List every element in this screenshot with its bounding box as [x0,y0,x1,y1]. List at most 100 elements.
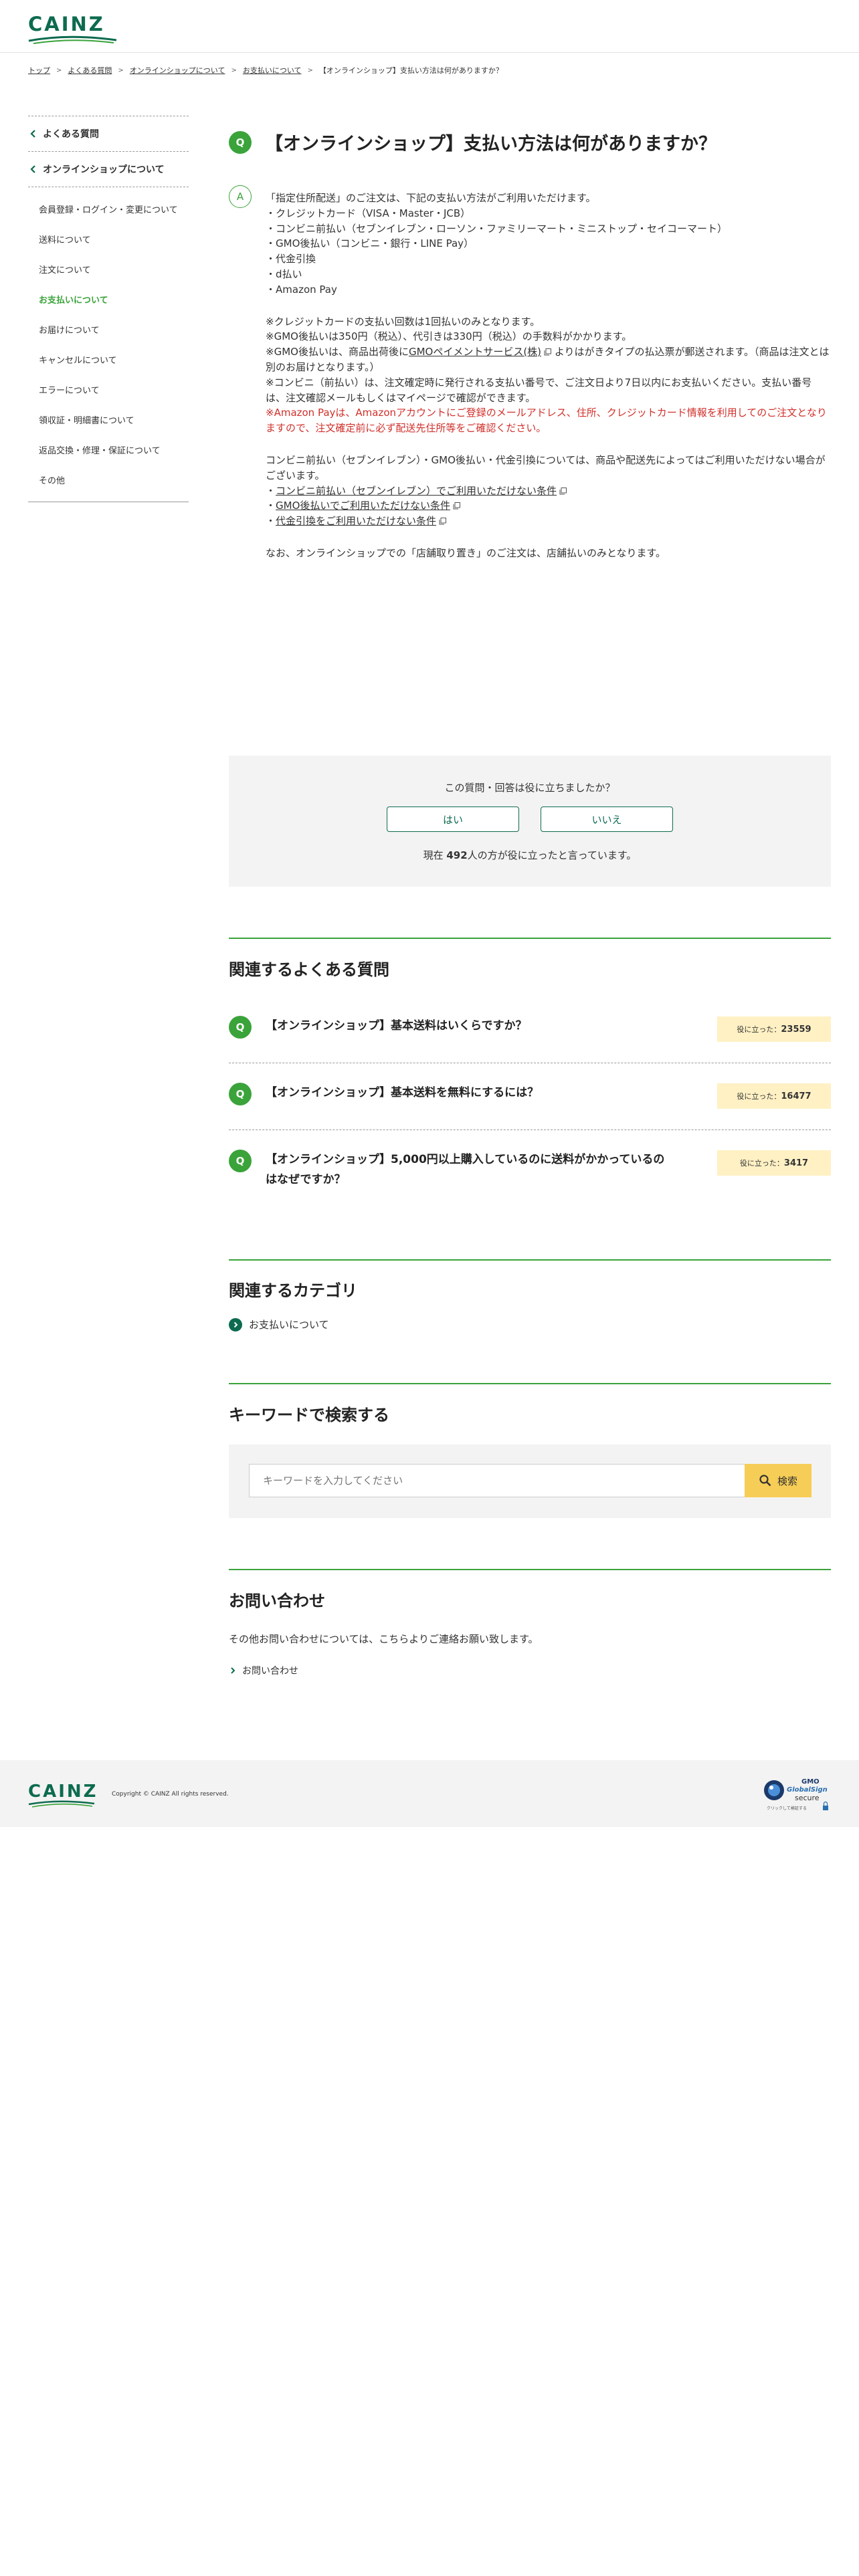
helpful-count: 16477 [781,1091,812,1101]
site-footer: CAINZ Copyright © CAINZ All rights reser… [0,1760,859,1827]
feedback-count-value: 492 [446,849,468,861]
sidebar-item-payment[interactable]: お支払いについて [28,286,189,316]
question-header: Q 【オンラインショップ】支払い方法は何がありますか？ [229,117,717,167]
keyword-search-title: キーワードで検索する [229,1406,389,1424]
related-faq-item[interactable]: Q 【オンラインショップ】基本送料を無料にするには？ 役に立った： 16477 [229,1063,831,1130]
search-icon [759,1475,771,1487]
sidebar-item-order[interactable]: 注文について [28,255,189,286]
breadcrumb-separator-icon: > [118,66,124,74]
sidebar-item-delivery[interactable]: お届けについて [28,316,189,346]
breadcrumb-separator-icon: > [231,66,237,74]
payment-method-item: ・GMO後払い（コンビニ・銀行・LINE Pay） [266,237,474,250]
external-link-icon [453,502,460,510]
payment-method-item: ・d払い [266,267,302,280]
condition-link-row: ・GMO後払いでご利用いただけない条件 [266,498,831,514]
contact-link-label: お問い合わせ [242,1666,298,1677]
helpful-count: 3417 [783,1158,809,1168]
globalsign-seal[interactable]: GMO GlobalSign secure クリックして検証する [763,1776,831,1814]
yes-button[interactable]: はい [387,807,519,832]
breadcrumb-separator-icon: > [56,66,62,74]
breadcrumb-top[interactable]: トップ [28,65,50,76]
seal-secure: secure [795,1794,820,1802]
seven-eleven-conditions-link[interactable]: コンビニ前払い（セブンイレブン）でご利用いただけない条件 [276,485,557,497]
sidebar-item-return[interactable]: 返品交換・修理・保証について [28,436,189,466]
chevron-right-icon [229,1317,242,1331]
external-link-icon [439,518,447,525]
category-link-payment[interactable]: お支払いについて [229,1317,329,1331]
condition-link-row: ・代金引換をご利用いただけない条件 [266,514,831,529]
answer-body: 「指定住所配送」のご注文は、下記の支払い方法がご利用いただけます。 ・クレジット… [266,191,831,561]
breadcrumb-payment[interactable]: お支払いについて [243,65,302,76]
seal-name: GlobalSign [787,1786,828,1794]
copyright: Copyright © CAINZ All rights reserved. [112,1791,229,1798]
sidebar-faq-label: よくある質問 [43,129,99,140]
no-button[interactable]: いいえ [541,807,673,832]
condition-link-row: ・コンビニ前払い（セブンイレブン）でご利用いただけない条件 [266,484,831,499]
gmo-payment-link[interactable]: GMOペイメントサービス(株) [409,346,541,358]
contact-link[interactable]: お問い合わせ [229,1664,298,1677]
breadcrumb-online-shop[interactable]: オンラインショップについて [130,65,225,76]
store-pickup-note: なお、オンラインショップでの「店舗取り置き」のご注文は、店舗払いのみとなります。 [266,546,666,559]
note-fee: ※GMO後払いは350円（税込）、代引きは330円（税込）の手数料がかかります。 [266,330,632,343]
sidebar-item-member[interactable]: 会員登録・ログイン・変更について [28,195,189,225]
page-title: 【オンラインショップ】支払い方法は何がありますか？ [265,134,717,155]
divider [229,1383,831,1384]
sidebar-item-other[interactable]: その他 [28,466,189,496]
helpful-count: 23559 [781,1024,812,1035]
sidebar-online-shop-label: オンラインショップについて [43,165,165,175]
related-faq-item[interactable]: Q 【オンラインショップ】5,000円以上購入しているのに送料がかかっているのは… [229,1130,831,1203]
sidebar-item-shipping[interactable]: 送料について [28,225,189,255]
note-gmo: ※GMO後払いは、商品出荷後にGMOペイメントサービス(株) よりはがきタイプの… [266,344,831,375]
sidebar-category-list: 会員登録・ログイン・変更について 送料について 注文について お支払いについて … [28,187,189,502]
payment-method-item: ・コンビニ前払い（セブンイレブン・ローソン・ファミリーマート・ミニストップ・セイ… [266,222,728,235]
divider [229,1569,831,1570]
breadcrumb-current: 【オンラインショップ】支払い方法は何がありますか？ [318,66,503,75]
helpful-label: 役に立った： [737,1092,781,1101]
contact-text: その他お問い合わせについては、こちらよりご連絡お願い致します。 [229,1633,539,1645]
sidebar-item-receipt[interactable]: 領収証・明細書について [28,406,189,436]
sidebar-online-shop-link[interactable]: オンラインショップについて [28,152,189,187]
external-link-icon [544,348,552,356]
related-category-title: 関連するカテゴリ [229,1281,357,1300]
search-button[interactable]: 検索 [745,1464,812,1497]
related-faq-text: 【オンラインショップ】5,000円以上購入しているのに送料がかかっているのはなぜ… [266,1153,665,1186]
related-faq-item[interactable]: Q 【オンラインショップ】基本送料はいくらですか？ 役に立った： 23559 [229,996,831,1063]
helpful-count-badge: 役に立った： 23559 [717,1016,831,1042]
divider [229,938,831,939]
seal-sub: クリックして検証する [767,1806,807,1811]
gmo-conditions-link[interactable]: GMO後払いでご利用いただけない条件 [276,500,450,512]
site-header: CAINZ [0,0,859,53]
question-badge: Q [229,1083,252,1105]
question-badge: Q [229,1150,252,1172]
sidebar-faq-link[interactable]: よくある質問 [28,116,189,152]
payment-method-item: ・代金引換 [266,253,316,265]
external-link-icon [559,487,567,495]
footer-cainz-logo[interactable]: CAINZ [28,1781,98,1808]
contact-title: お問い合わせ [229,1592,325,1610]
breadcrumb: トップ > よくある質問 > オンラインショップについて > お支払いについて … [28,65,503,76]
bullet: ・ [266,484,276,497]
sidebar-item-error[interactable]: エラーについて [28,376,189,406]
breadcrumb-faq[interactable]: よくある質問 [68,65,112,76]
feedback-count: 現在 492人の方が役に立ったと言っています。 [229,848,831,862]
chevron-left-icon [30,165,35,173]
sidebar-item-cancel[interactable]: キャンセルについて [28,346,189,376]
feedback-question: この質問・回答は役に立ちましたか？ [444,782,615,794]
search-box: 検索 [229,1444,831,1518]
payment-method-item: ・クレジットカード（VISA・Master・JCB） [266,207,471,219]
footer-logo-text: CAINZ [28,1782,98,1802]
search-input[interactable] [249,1464,747,1497]
breadcrumb-separator-icon: > [307,66,313,74]
helpful-count-badge: 役に立った： 3417 [717,1150,831,1176]
answer-badge: A [229,185,252,208]
conditions-text: コンビニ前払い（セブンイレブン）・GMO後払い・代金引換については、商品や配送先… [266,453,826,481]
feedback-count-prefix: 現在 [423,849,444,861]
divider [229,1259,831,1261]
logo-swoosh-icon [28,35,117,44]
logo-text: CAINZ [28,13,105,35]
note-credit: ※クレジットカードの支払い回数は1回払いのみとなります。 [266,315,541,328]
cod-conditions-link[interactable]: 代金引換をご利用いただけない条件 [276,515,436,527]
chevron-right-icon [231,1667,235,1674]
seal-brand: GMO [801,1778,820,1786]
cainz-logo[interactable]: CAINZ [28,13,118,44]
